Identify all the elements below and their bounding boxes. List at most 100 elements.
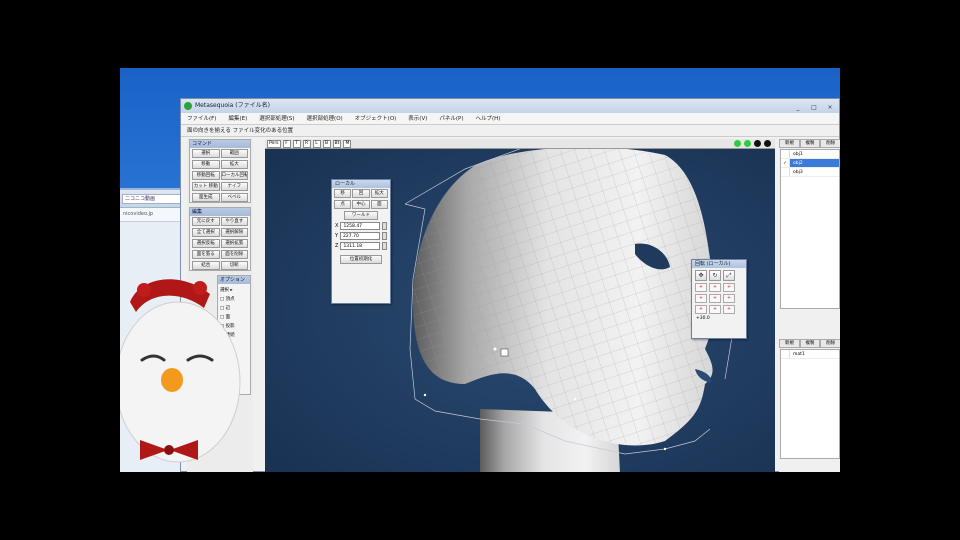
scale-mode-button[interactable]: 拡大 <box>370 189 388 198</box>
object-row[interactable]: ✓ obj2 <box>781 159 839 168</box>
vertex-mode-button[interactable]: 点 <box>334 200 352 209</box>
view-front-button[interactable]: F <box>282 140 291 148</box>
y-axis-label: Y <box>335 233 339 239</box>
object-visibility-check[interactable]: ✓ <box>781 159 790 167</box>
rotate-step-button[interactable]: + <box>695 294 707 303</box>
scale-icon[interactable]: ⤢ <box>723 270 735 281</box>
rotate-mode-button[interactable]: 回 <box>352 189 370 198</box>
move-dialog: ローカル 移 回 拡大 点 中心 面 ワールド X 1258.47 Y 227.… <box>331 179 391 304</box>
rotate-step-button[interactable]: + <box>695 283 707 292</box>
view-indicator-icon[interactable] <box>744 140 751 147</box>
cut-move-button[interactable]: カット 移動 <box>192 182 220 191</box>
material-name: mat1 <box>793 352 805 357</box>
object-list: obj1 ✓ obj2 obj3 <box>780 149 840 309</box>
fill-face-button[interactable]: 面を張る <box>192 250 220 259</box>
mascot-character <box>120 279 241 463</box>
menu-panel[interactable]: パネル(P) <box>439 113 463 124</box>
rotate-dialog-title: 回転 (ローカル) <box>692 260 746 268</box>
local-rotate-button[interactable]: ローカル回転 <box>220 171 248 180</box>
move-mode-button[interactable]: 移 <box>334 189 352 198</box>
y-coordinate-field: Y 227.70 <box>332 231 390 241</box>
view-left-button[interactable]: L <box>312 140 321 148</box>
browser-tab[interactable]: ニコニコ動画 <box>122 194 182 204</box>
view-right-button[interactable]: R <box>302 140 311 148</box>
menu-selection[interactable]: 選択部処理(S) <box>259 113 294 124</box>
duplicate-object-button[interactable]: 複製 <box>799 139 821 148</box>
rotate-step-button[interactable]: + <box>709 294 721 303</box>
object-visibility-check[interactable] <box>781 168 790 176</box>
move-button[interactable]: 移動 <box>192 160 220 169</box>
view-indicator-icon[interactable] <box>734 140 741 147</box>
center-mode-button[interactable]: 中心 <box>352 200 370 209</box>
object-visibility-check[interactable] <box>781 150 790 158</box>
move-icon[interactable]: ✥ <box>695 270 707 281</box>
x-value-input[interactable]: 1258.47 <box>340 222 380 230</box>
letterbox-bottom <box>120 472 840 540</box>
range-button[interactable]: 範囲 <box>220 149 248 158</box>
object-row[interactable]: obj3 <box>781 168 839 177</box>
view-top-button[interactable]: T <box>292 140 301 148</box>
join-button[interactable]: 結合 <box>192 261 220 270</box>
view-indicator-icon[interactable] <box>754 140 761 147</box>
menu-file[interactable]: ファイル(F) <box>187 113 216 124</box>
face-mode-button[interactable]: 面 <box>370 200 388 209</box>
expand-selection-button[interactable]: 選択拡張 <box>220 239 248 248</box>
scale-button[interactable]: 拡大 <box>220 160 248 169</box>
delete-face-button[interactable]: 面を削除 <box>220 250 248 259</box>
rotate-dialog: 回転 (ローカル) ✥ ↻ ⤢ + + + + + + + + + +30.0 <box>691 259 747 339</box>
rotate-step-button[interactable]: + <box>723 283 735 292</box>
world-button[interactable]: ワールド <box>344 211 378 220</box>
menu-edit[interactable]: 編集(E) <box>228 113 247 124</box>
menu-view[interactable]: 表示(V) <box>408 113 427 124</box>
move-dialog-title: ローカル <box>332 180 390 188</box>
z-value-input[interactable]: 1311.18 <box>340 242 380 250</box>
select-button[interactable]: 選択 <box>192 149 220 158</box>
new-object-button[interactable]: 新規 <box>779 139 800 148</box>
view-back-button[interactable]: B <box>322 140 331 148</box>
pillarbox-left <box>0 0 120 540</box>
knife-button[interactable]: ナイフ <box>220 182 248 191</box>
redo-button[interactable]: やり直す <box>220 217 248 226</box>
z-spinner[interactable] <box>382 242 387 250</box>
rotate-step-button[interactable]: + <box>723 305 735 314</box>
delete-material-button[interactable]: 削除 <box>820 339 840 348</box>
rotate-controls: ✥ ↻ ⤢ + + + + + + + + + <box>692 268 746 316</box>
app-logo-icon <box>184 102 192 110</box>
rotate-button[interactable]: 移動回転 <box>192 171 220 180</box>
rotate-icon[interactable]: ↻ <box>709 270 721 281</box>
x-spinner[interactable] <box>382 222 387 230</box>
new-material-button[interactable]: 新規 <box>779 339 800 348</box>
3d-viewport[interactable]: Pers F T R L B Bt M ローカル 移 回 拡大 点 中心 面 ワ… <box>265 139 775 472</box>
menu-selection-2[interactable]: 選択部処理(O) <box>307 113 343 124</box>
reset-position-button[interactable]: 位置初期化 <box>340 255 382 264</box>
material-row[interactable]: mat1 <box>781 350 839 359</box>
object-row[interactable]: obj1 <box>781 150 839 159</box>
view-indicator-icon[interactable] <box>764 140 771 147</box>
duplicate-material-button[interactable]: 複製 <box>799 339 821 348</box>
face-create-button[interactable]: 面生成 <box>192 193 220 202</box>
pillarbox-right <box>840 0 960 540</box>
y-value-input[interactable]: 227.70 <box>340 232 380 240</box>
undo-button[interactable]: 元に戻す <box>192 217 220 226</box>
select-all-button[interactable]: 全て選択 <box>192 228 220 237</box>
rotate-step-button[interactable]: + <box>695 305 707 314</box>
rotate-step-button[interactable]: + <box>709 283 721 292</box>
view-bottom-button[interactable]: Bt <box>332 140 342 148</box>
x-coordinate-field: X 1258.47 <box>332 221 390 231</box>
y-spinner[interactable] <box>382 232 387 240</box>
menu-help[interactable]: ヘルプ(H) <box>475 113 500 124</box>
view-pers-button[interactable]: Pers <box>267 140 281 148</box>
menubar: ファイル(F) 編集(E) 選択部処理(S) 選択部処理(O) オブジェクト(O… <box>181 113 839 125</box>
deselect-button[interactable]: 選択解除 <box>220 228 248 237</box>
bevel-button[interactable]: ベベル <box>220 193 248 202</box>
invert-selection-button[interactable]: 選択反転 <box>192 239 220 248</box>
menu-object[interactable]: オブジェクト(O) <box>355 113 397 124</box>
material-check[interactable] <box>781 350 790 358</box>
viewport-toolbar: Pers F T R L B Bt M <box>265 139 775 149</box>
view-multi-button[interactable]: M <box>343 140 352 148</box>
command-status-bar: 面の向きを揃える ファイル変化のある位置 <box>181 125 839 137</box>
rotate-step-button[interactable]: + <box>709 305 721 314</box>
split-button[interactable]: 切断 <box>220 261 248 270</box>
delete-object-button[interactable]: 削除 <box>820 139 840 148</box>
rotate-step-button[interactable]: + <box>723 294 735 303</box>
